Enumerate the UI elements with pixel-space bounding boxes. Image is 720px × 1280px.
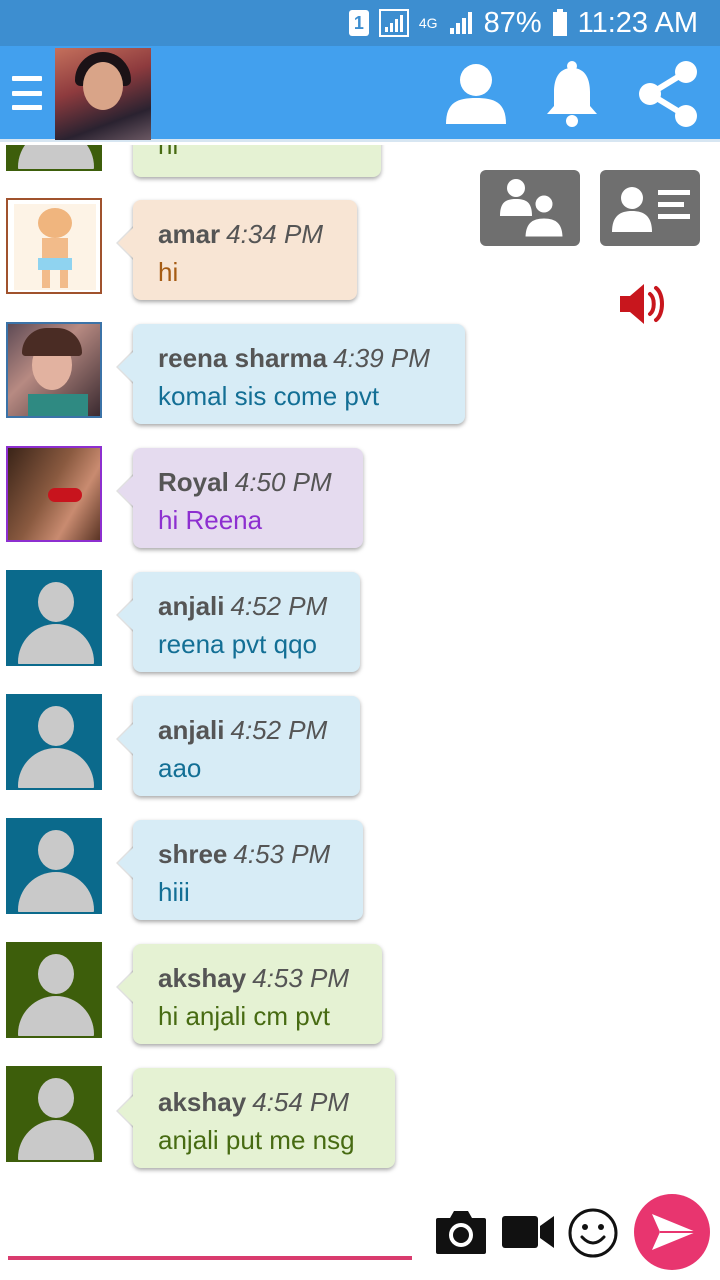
network-type: 4G [418, 15, 438, 31]
chat-message: akshay 4:54 PM anjali put me nsg [0, 1066, 480, 1180]
message-bubble: akshay 4:53 PM hi anjali cm pvt [116, 944, 382, 1044]
message-time: 4:52 PM [230, 591, 328, 621]
signal-strength-icon [378, 9, 409, 37]
emoji-icon[interactable] [566, 1206, 620, 1260]
sender-name: Royal [158, 467, 229, 497]
user-avatar[interactable] [6, 198, 102, 294]
message-text: hiii [158, 877, 190, 907]
sender-name: anjali [158, 715, 225, 745]
chat-message: shree 4:53 PM hiii [0, 818, 480, 942]
chat-message: anjali 4:52 PM reena pvt qqo [0, 570, 480, 694]
profile-avatar[interactable] [55, 48, 151, 140]
cell-signal-icon [448, 10, 474, 36]
message-bubble: anjali 4:52 PM aao [116, 696, 360, 796]
user-avatar[interactable] [6, 145, 102, 171]
user-card-button[interactable] [600, 170, 700, 246]
chat-message: akshay 4:53 PM hi anjali cm pvt [0, 942, 480, 1066]
share-icon[interactable] [634, 60, 702, 128]
user-avatar[interactable] [6, 1066, 102, 1162]
app-bar [0, 46, 720, 142]
sender-name: akshay [158, 1087, 247, 1117]
message-input[interactable] [8, 1208, 412, 1254]
message-time: 4:53 PM [233, 839, 331, 869]
input-underline [8, 1256, 412, 1260]
status-bar: 1 4G 87% 11:23 AM [0, 0, 720, 46]
user-avatar[interactable] [6, 322, 102, 418]
user-avatar[interactable] [6, 694, 102, 790]
user-avatar[interactable] [6, 446, 102, 542]
camera-icon[interactable] [434, 1208, 488, 1256]
battery-icon [552, 9, 568, 37]
message-text: reena pvt qqo [158, 629, 318, 659]
user-card-icon [612, 187, 690, 232]
battery-percent: 87% [483, 6, 542, 39]
chat-message: Royal 4:50 PM hi Reena [0, 446, 480, 570]
message-bubble: anjali 4:52 PM reena pvt qqo [116, 572, 360, 672]
sim-badge-icon: 1 [348, 10, 369, 36]
message-text: hi [158, 257, 179, 287]
message-bubble: hi [133, 145, 381, 177]
message-text: hi Reena [158, 505, 263, 535]
message-time: 4:50 PM [234, 467, 332, 497]
send-icon[interactable] [632, 1192, 712, 1272]
sender-name: akshay [158, 963, 247, 993]
chat-message-partial: hi [0, 145, 480, 199]
users-list-button[interactable] [480, 170, 580, 246]
chat-message: amar 4:34 PM hi [0, 198, 480, 322]
message-text: hi [158, 145, 179, 160]
message-bubble: amar 4:34 PM hi [116, 200, 357, 300]
speaker-icon[interactable] [618, 280, 670, 328]
video-camera-icon[interactable] [500, 1212, 556, 1252]
message-bubble: reena sharma 4:39 PM komal sis come pvt [116, 324, 465, 424]
message-text: komal sis come pvt [158, 381, 380, 411]
user-avatar[interactable] [6, 818, 102, 914]
sender-name: anjali [158, 591, 225, 621]
chat-message-list[interactable]: hi amar 4:34 PM hi reena sharma 4:39 PM ko… [0, 145, 720, 1180]
sender-name: shree [158, 839, 228, 869]
message-time: 4:54 PM [252, 1087, 350, 1117]
message-bubble: akshay 4:54 PM anjali put me nsg [116, 1068, 395, 1168]
message-text: aao [158, 753, 202, 783]
message-text: anjali put me nsg [158, 1125, 355, 1155]
message-text: hi anjali cm pvt [158, 1001, 330, 1031]
message-time: 4:53 PM [252, 963, 350, 993]
user-avatar[interactable] [6, 942, 102, 1038]
user-avatar[interactable] [6, 570, 102, 666]
users-icon [500, 179, 566, 240]
clock: 11:23 AM [577, 6, 698, 39]
chat-message: reena sharma 4:39 PM komal sis come pvt [0, 322, 480, 446]
message-time: 4:52 PM [230, 715, 328, 745]
sender-name: amar [158, 219, 221, 249]
message-time: 4:34 PM [226, 219, 323, 249]
sender-name: reena sharma [158, 343, 328, 373]
chat-message: anjali 4:52 PM aao [0, 694, 480, 818]
notification-bell-icon[interactable] [544, 60, 600, 128]
profile-icon[interactable] [444, 62, 508, 126]
message-time: 4:39 PM [333, 343, 430, 373]
message-bubble: shree 4:53 PM hiii [116, 820, 363, 920]
message-bubble: Royal 4:50 PM hi Reena [116, 448, 363, 548]
hamburger-menu-icon[interactable] [12, 76, 42, 110]
